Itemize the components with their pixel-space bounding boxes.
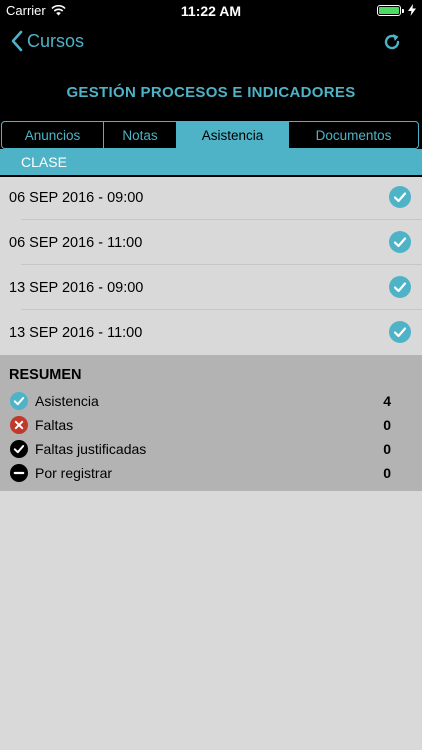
check-circle-icon: [389, 186, 411, 208]
session-row[interactable]: 06 SEP 2016 - 11:00: [0, 220, 422, 265]
page-title: GESTIÓN PROCESOS E INDICADORES: [66, 84, 356, 101]
session-row[interactable]: 13 SEP 2016 - 09:00: [0, 265, 422, 310]
session-date: 06 SEP 2016 - 09:00: [9, 189, 144, 206]
check-circle-dark-icon: [10, 440, 28, 458]
chevron-left-icon: [11, 30, 23, 52]
charging-icon: [408, 4, 416, 16]
summary-count: 4: [383, 393, 391, 409]
summary-panel: RESUMEN Asistencia 4 Faltas 0 Faltas jus…: [0, 355, 422, 491]
status-time: 11:22 AM: [180, 3, 242, 19]
summary-row-faltas-justificadas: Faltas justificadas 0: [0, 437, 422, 461]
session-date: 13 SEP 2016 - 09:00: [9, 279, 144, 296]
x-circle-icon: [10, 416, 28, 434]
tab-asistencia[interactable]: Asistencia: [177, 122, 289, 148]
summary-label: Faltas justificadas: [35, 441, 147, 457]
session-list: 06 SEP 2016 - 09:00 06 SEP 2016 - 11:00 …: [0, 175, 422, 355]
summary-count: 0: [383, 465, 391, 481]
check-circle-icon: [389, 321, 411, 343]
battery-icon: [377, 4, 404, 16]
segmented-tabs: Anuncios Notas Asistencia Documentos: [1, 121, 419, 149]
session-date: 06 SEP 2016 - 11:00: [9, 234, 143, 251]
summary-label: Faltas: [35, 417, 74, 433]
session-row[interactable]: 06 SEP 2016 - 09:00: [0, 175, 422, 220]
back-button[interactable]: Cursos: [10, 30, 84, 52]
summary-label: Asistencia: [35, 393, 99, 409]
summary-row-asistencia: Asistencia 4: [0, 389, 422, 413]
tab-notas[interactable]: Notas: [104, 122, 177, 148]
check-circle-icon: [389, 231, 411, 253]
session-row[interactable]: 13 SEP 2016 - 11:00: [0, 310, 422, 355]
status-bar: Carrier 11:22 AM: [0, 0, 422, 22]
summary-count: 0: [383, 441, 391, 457]
summary-row-por-registrar: Por registrar 0: [0, 461, 422, 485]
section-header-clase: CLASE: [0, 149, 422, 175]
summary-title: RESUMEN: [9, 367, 82, 383]
nav-bar: Cursos: [0, 26, 422, 62]
refresh-button[interactable]: [382, 32, 402, 57]
status-right: [377, 4, 416, 16]
check-circle-icon: [389, 276, 411, 298]
minus-circle-icon: [10, 464, 28, 482]
session-date: 13 SEP 2016 - 11:00: [9, 324, 143, 341]
summary-count: 0: [383, 417, 391, 433]
check-circle-icon: [10, 392, 28, 410]
summary-row-faltas: Faltas 0: [0, 413, 422, 437]
tab-anuncios[interactable]: Anuncios: [2, 122, 104, 148]
back-label: Cursos: [27, 30, 85, 51]
summary-label: Por registrar: [35, 465, 113, 481]
refresh-icon: [384, 34, 400, 50]
tab-documentos[interactable]: Documentos: [289, 122, 418, 148]
